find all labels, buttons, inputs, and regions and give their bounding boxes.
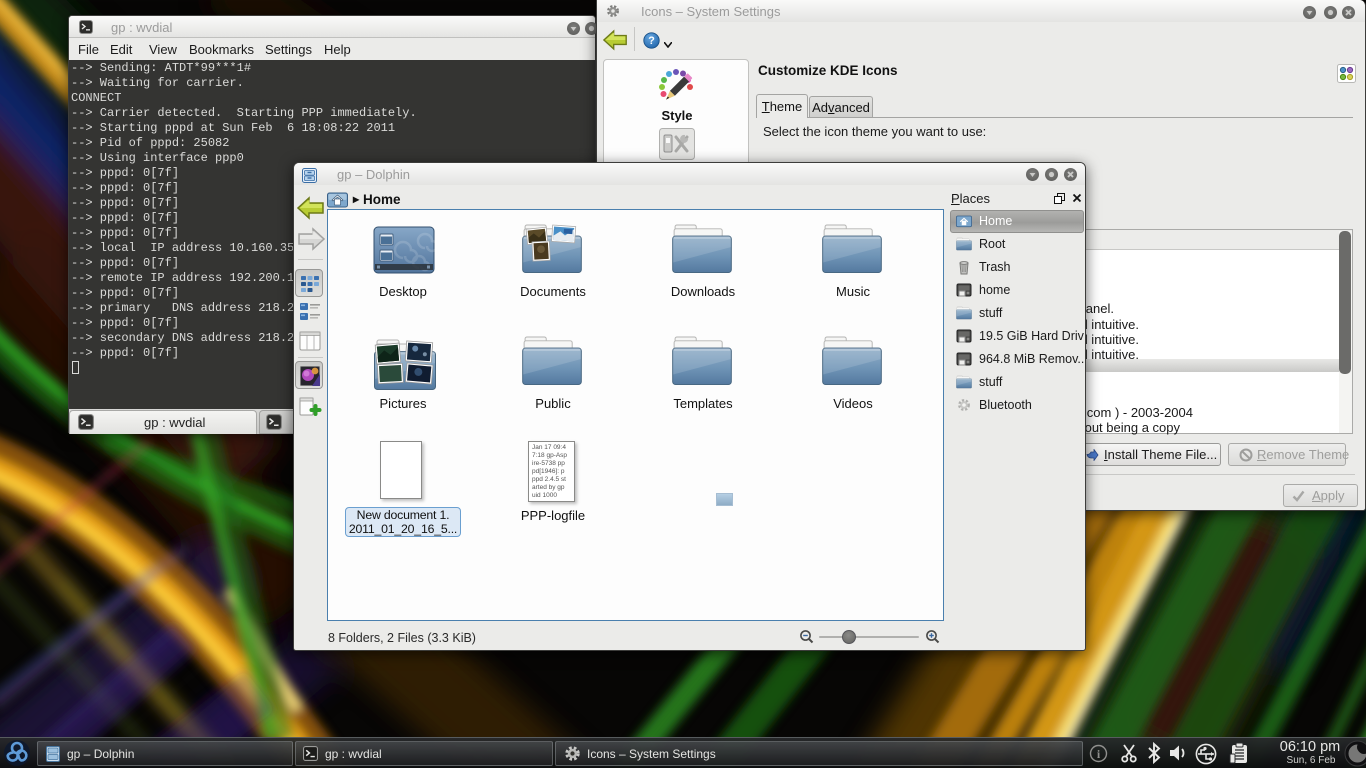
svg-text:?: ? [648, 35, 655, 47]
svg-text:i: i [1097, 747, 1101, 761]
